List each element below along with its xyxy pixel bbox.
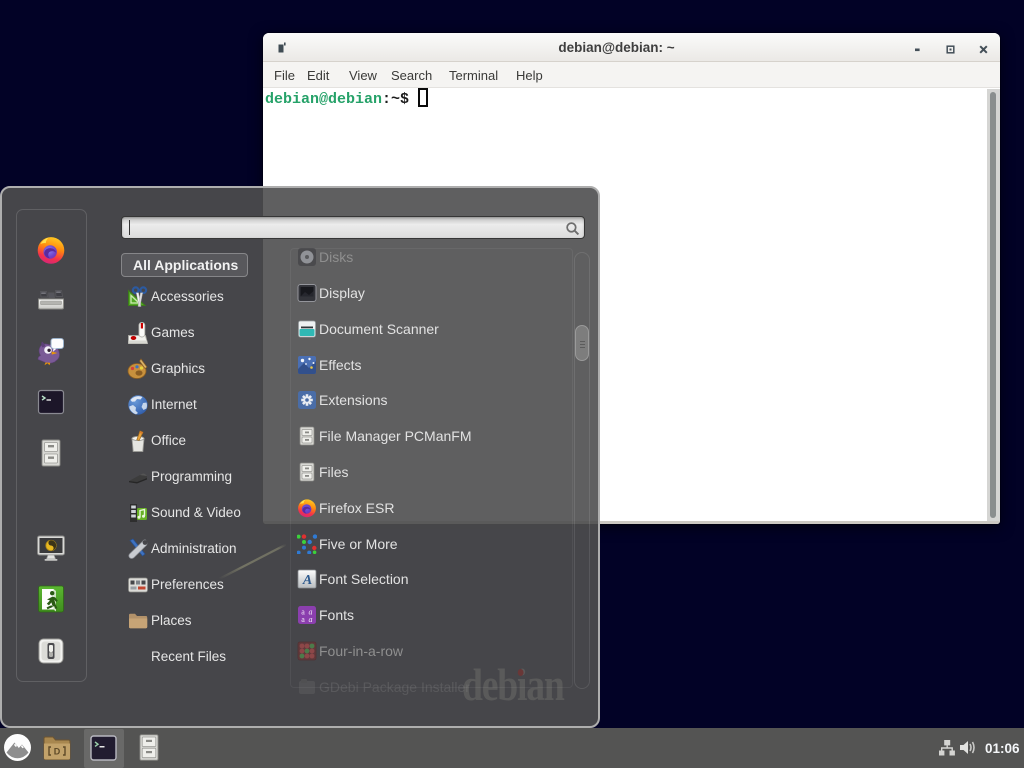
svg-text:A: A [302,573,312,588]
svg-text:D: D [54,747,61,757]
svg-text:a: a [301,615,305,624]
svg-text:a: a [309,615,313,624]
